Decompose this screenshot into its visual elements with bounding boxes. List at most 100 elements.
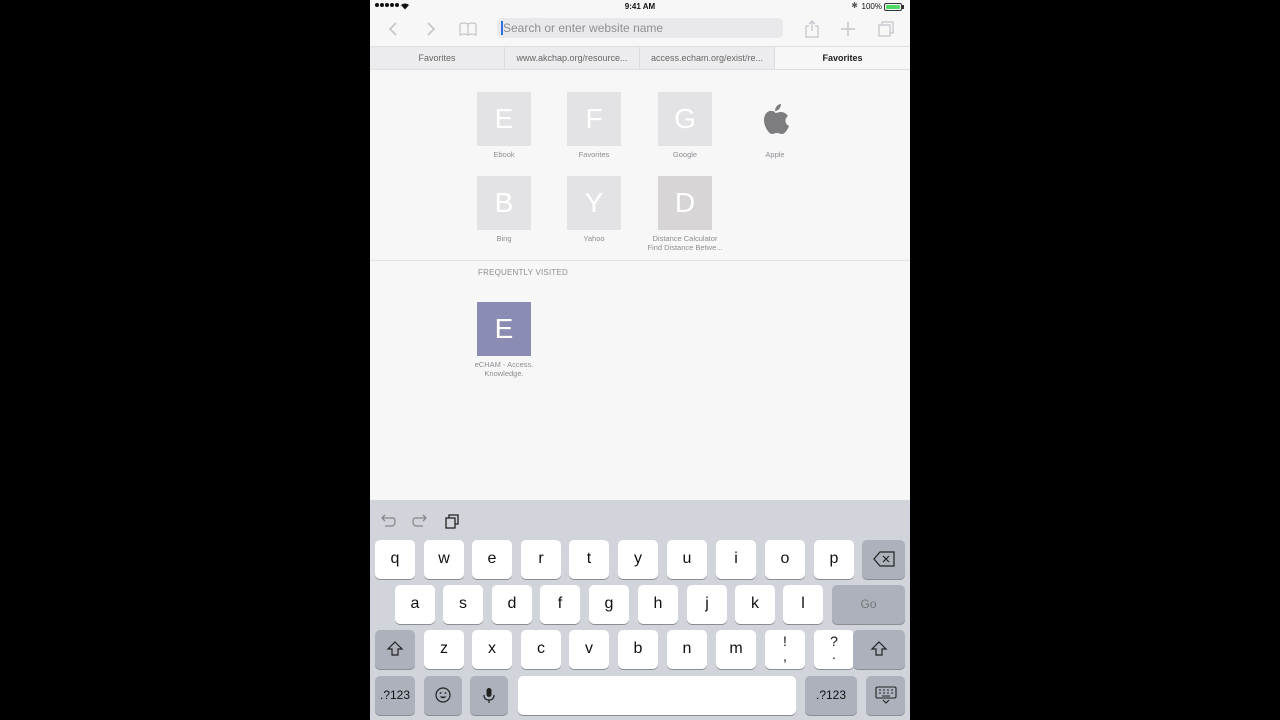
tab-akchap[interactable]: www.akchap.org/resource... xyxy=(505,47,640,69)
bluetooth-icon: ✱ xyxy=(851,1,858,10)
shift-icon xyxy=(870,641,888,656)
favorite-google[interactable]: G Google xyxy=(640,92,730,159)
key-o[interactable]: o xyxy=(765,540,805,579)
favorite-distance-calculator[interactable]: D Distance Calculator Find Distance Betw… xyxy=(640,176,730,252)
favorite-favorites[interactable]: F Favorites xyxy=(549,92,639,159)
share-button[interactable] xyxy=(802,19,822,39)
key-t[interactable]: t xyxy=(569,540,609,579)
forward-button[interactable] xyxy=(420,19,440,39)
favorite-tile: Y xyxy=(567,176,621,230)
chevron-right-icon xyxy=(427,22,436,36)
key-a[interactable]: a xyxy=(395,585,435,624)
favorite-apple[interactable]: Apple xyxy=(730,92,820,159)
browser-toolbar xyxy=(370,14,910,44)
keyboard-hide-icon xyxy=(874,686,897,704)
favorite-tile: D xyxy=(658,176,712,230)
favorite-tile: G xyxy=(658,92,712,146)
status-bar: 9:41 AM ✱ 100% xyxy=(370,0,910,14)
url-input[interactable] xyxy=(503,18,773,38)
backspace-icon xyxy=(872,551,895,567)
key-q[interactable]: q xyxy=(375,540,415,579)
status-time: 9:41 AM xyxy=(624,2,656,11)
key-p[interactable]: p xyxy=(814,540,854,579)
key-b[interactable]: b xyxy=(618,630,658,669)
section-divider xyxy=(370,260,910,261)
apple-logo-icon xyxy=(748,92,802,146)
favorite-tile: E xyxy=(477,302,531,356)
key-e[interactable]: e xyxy=(472,540,512,579)
key-w[interactable]: w xyxy=(424,540,464,579)
key-v[interactable]: v xyxy=(569,630,609,669)
undo-icon xyxy=(381,514,396,527)
favorite-label: Favorites xyxy=(578,150,610,159)
microphone-icon xyxy=(483,688,495,703)
favorite-bing[interactable]: B Bing xyxy=(459,176,549,243)
tabs-icon xyxy=(878,21,894,37)
key-c[interactable]: c xyxy=(521,630,561,669)
favorite-label: Yahoo xyxy=(583,234,605,243)
key-l[interactable]: l xyxy=(783,585,823,624)
favorite-ebook[interactable]: E Ebook xyxy=(459,92,549,159)
favorite-label: Google xyxy=(672,150,698,159)
shift-key-left[interactable] xyxy=(375,630,415,669)
numbers-key-left[interactable]: .?123 xyxy=(375,676,415,715)
favorite-label-line2: Find Distance Betwe... xyxy=(647,243,723,252)
backspace-key[interactable] xyxy=(862,540,905,579)
key-y[interactable]: y xyxy=(618,540,658,579)
key-exclamation-comma[interactable]: ! , xyxy=(765,630,805,669)
book-icon xyxy=(459,22,477,37)
frequently-visited-heading: FREQUENTLY VISITED xyxy=(478,268,568,277)
plus-icon xyxy=(841,22,855,36)
key-k[interactable]: k xyxy=(735,585,775,624)
favorite-tile: B xyxy=(477,176,531,230)
key-h[interactable]: h xyxy=(638,585,678,624)
battery-percent: 100% xyxy=(861,2,882,11)
redo-icon xyxy=(412,514,427,527)
back-button[interactable] xyxy=(384,19,404,39)
go-key[interactable]: Go xyxy=(832,585,905,624)
key-n[interactable]: n xyxy=(667,630,707,669)
key-g[interactable]: g xyxy=(589,585,629,624)
key-s[interactable]: s xyxy=(443,585,483,624)
key-r[interactable]: r xyxy=(521,540,561,579)
key-u[interactable]: u xyxy=(667,540,707,579)
favorite-label: Ebook xyxy=(493,150,515,159)
key-x[interactable]: x xyxy=(472,630,512,669)
redo-button[interactable] xyxy=(411,512,429,530)
emoji-icon xyxy=(435,687,451,703)
key-m[interactable]: m xyxy=(716,630,756,669)
favorite-tile: F xyxy=(567,92,621,146)
favorite-label-line1: Distance Calculator xyxy=(652,234,718,243)
show-tabs-button[interactable] xyxy=(876,19,896,39)
dictation-key[interactable] xyxy=(470,676,508,715)
key-top-char: ! xyxy=(783,633,787,649)
key-z[interactable]: z xyxy=(424,630,464,669)
shift-key-right[interactable] xyxy=(853,630,905,669)
key-i[interactable]: i xyxy=(716,540,756,579)
numbers-key-right[interactable]: .?123 xyxy=(805,676,857,715)
onscreen-keyboard: q w e r t y u i o p a s d f g h j k l Go… xyxy=(370,500,910,720)
key-d[interactable]: d xyxy=(492,585,532,624)
paste-button[interactable] xyxy=(443,512,461,530)
key-f[interactable]: f xyxy=(540,585,580,624)
emoji-key[interactable] xyxy=(424,676,462,715)
favorite-tile: E xyxy=(477,92,531,146)
frequent-echam[interactable]: E eCHAM - Access. Knowledge. xyxy=(459,302,549,378)
tab-favorites-active[interactable]: Favorites xyxy=(775,47,910,69)
favorite-yahoo[interactable]: Y Yahoo xyxy=(549,176,639,243)
address-bar[interactable] xyxy=(497,18,783,38)
key-j[interactable]: j xyxy=(687,585,727,624)
tab-echam[interactable]: access.echam.org/exist/re... xyxy=(640,47,775,69)
key-question-period[interactable]: ? . xyxy=(814,630,854,669)
share-icon xyxy=(805,20,819,38)
bookmarks-button[interactable] xyxy=(458,19,478,39)
tab-favorites-1[interactable]: Favorites xyxy=(370,47,505,69)
undo-button[interactable] xyxy=(379,512,397,530)
new-tab-button[interactable] xyxy=(838,19,858,39)
favorite-label: Bing xyxy=(496,234,512,243)
favorite-label: Apple xyxy=(765,150,785,159)
battery-icon xyxy=(884,3,904,11)
hide-keyboard-key[interactable] xyxy=(866,676,905,715)
space-key[interactable] xyxy=(518,676,796,715)
key-bottom-char: , xyxy=(783,648,787,664)
